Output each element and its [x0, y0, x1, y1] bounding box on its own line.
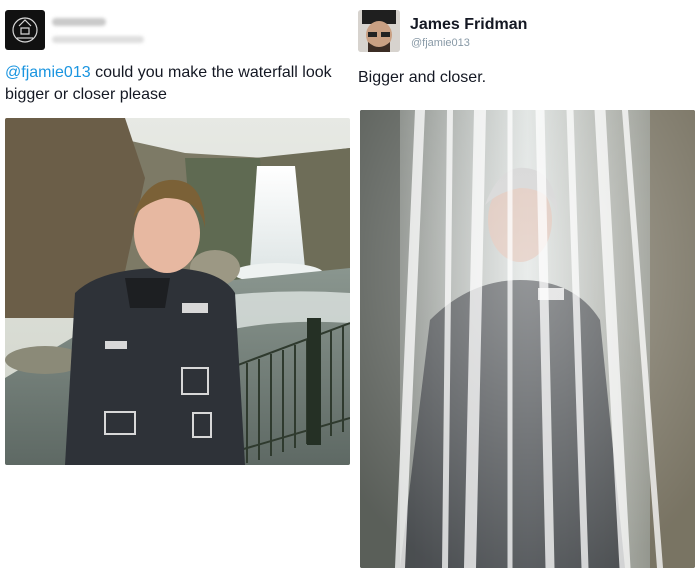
tweet-photo-original[interactable]: [5, 118, 350, 465]
avatar[interactable]: [5, 10, 45, 50]
reply-text: Bigger and closer.: [358, 69, 487, 86]
author-name[interactable]: James Fridman: [410, 16, 527, 34]
skull-emblem-icon: [12, 17, 38, 43]
blurred-author-handle: [52, 36, 144, 43]
tweet-photo-edited[interactable]: [360, 110, 695, 568]
avatar[interactable]: [358, 10, 400, 52]
mention-link[interactable]: @fjamie013: [5, 64, 91, 81]
author-handle[interactable]: @fjamie013: [411, 37, 470, 49]
user-portrait-icon: [358, 10, 400, 52]
blurred-author-name: [52, 18, 106, 26]
tweet-text: @fjamie013 could you make the waterfall …: [5, 62, 355, 106]
